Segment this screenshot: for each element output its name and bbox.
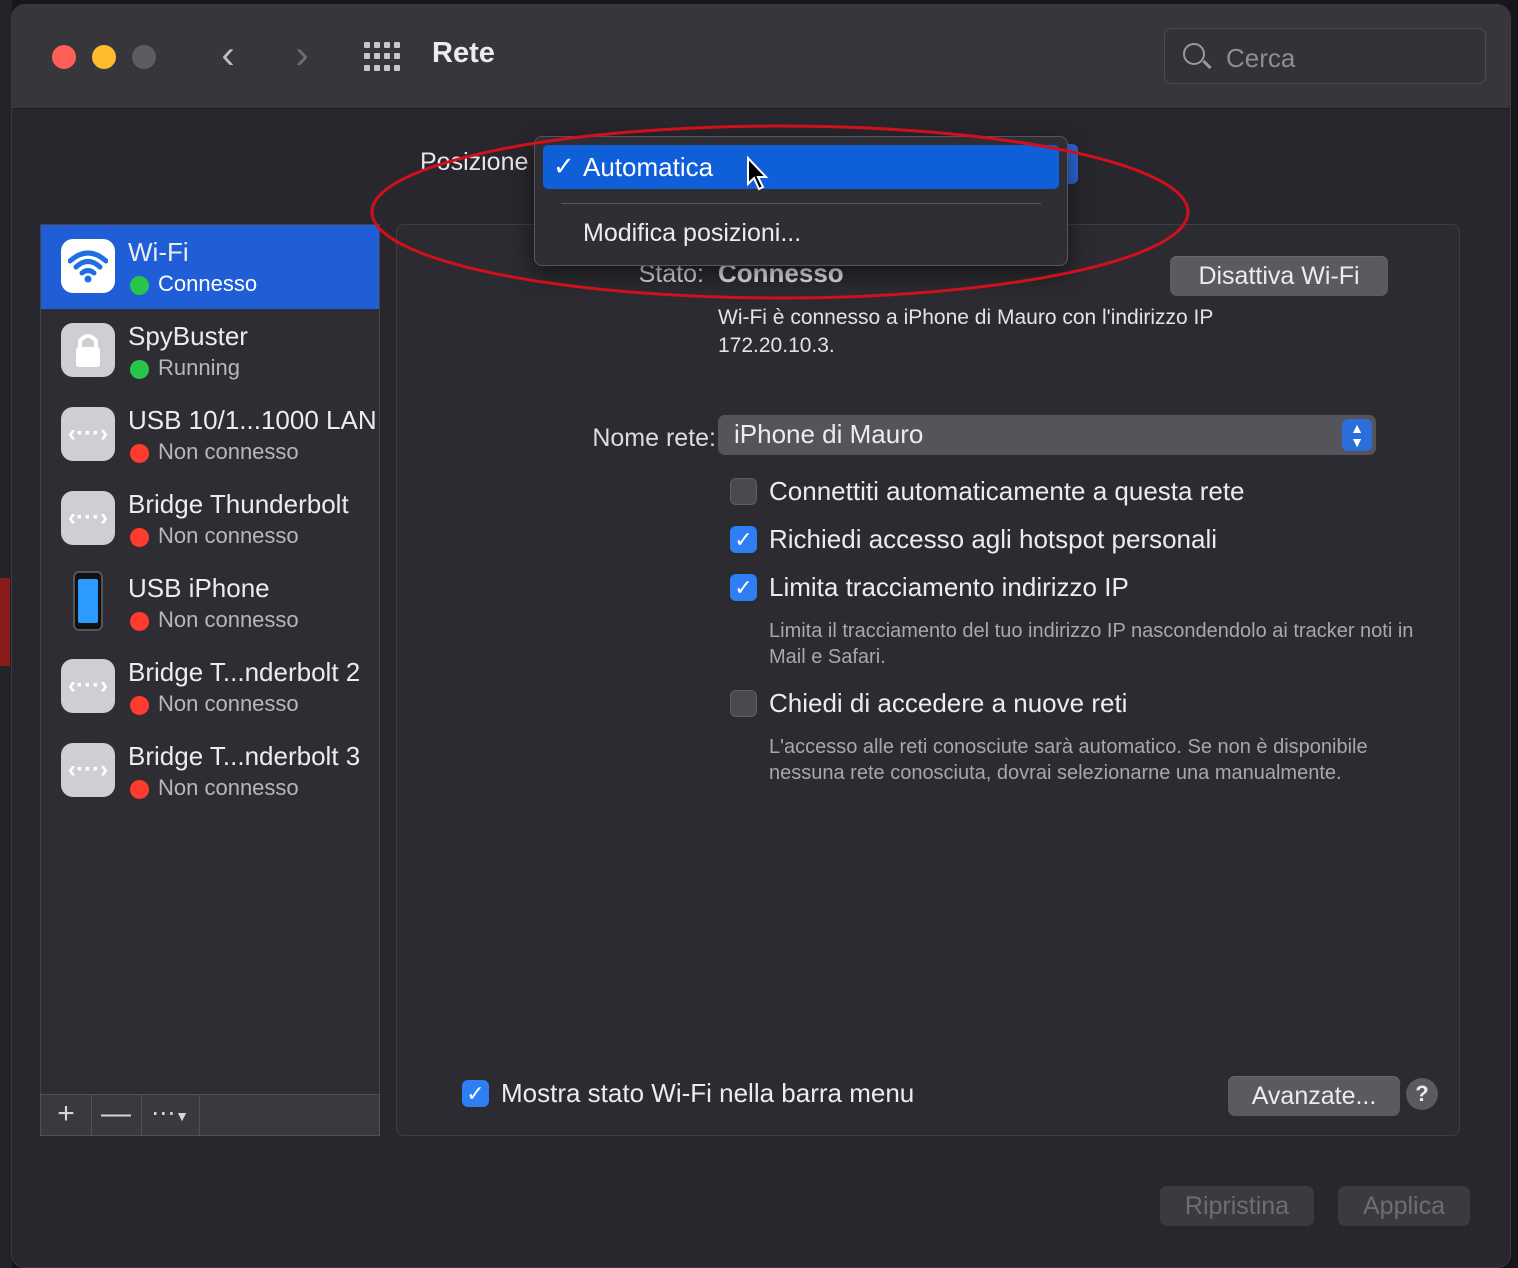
menu-item-modifica-posizioni[interactable]: Modifica posizioni... bbox=[583, 219, 801, 248]
service-item-wifi[interactable]: Wi-Fi Connesso bbox=[41, 225, 379, 309]
status-dot-green bbox=[130, 360, 149, 379]
apply-button[interactable]: Applica bbox=[1338, 1186, 1470, 1226]
mouse-pointer-icon bbox=[747, 156, 769, 191]
limit-ip-tracking-checkbox[interactable]: ✓ bbox=[730, 574, 757, 601]
advanced-button[interactable]: Avanzate... bbox=[1228, 1076, 1400, 1116]
close-window-button[interactable] bbox=[52, 45, 76, 69]
titlebar: ‹ › Rete Cerca bbox=[12, 5, 1510, 109]
show-all-grid-icon[interactable] bbox=[364, 42, 402, 72]
limit-ip-tracking-label: Limita tracciamento indirizzo IP bbox=[769, 572, 1129, 602]
status-dot-red bbox=[130, 696, 149, 715]
service-status: Non connesso bbox=[158, 439, 299, 464]
turn-off-wifi-button[interactable]: Disattiva Wi-Fi bbox=[1170, 256, 1388, 296]
menu-separator bbox=[561, 203, 1041, 204]
ethernet-icon: ‹···› bbox=[61, 491, 115, 545]
service-status: Non connesso bbox=[158, 607, 299, 632]
location-label: Posizione bbox=[420, 148, 529, 176]
help-button[interactable]: ? bbox=[1406, 1078, 1438, 1110]
status-dot-red bbox=[130, 612, 149, 631]
ip-tracking-hint: Limita il tracciamento del tuo indirizzo… bbox=[769, 620, 1414, 668]
service-actions-menu-button[interactable]: ⋯▼ bbox=[141, 1095, 200, 1135]
wifi-detail-panel bbox=[396, 224, 1460, 1136]
desktop-window-fragment bbox=[0, 578, 10, 666]
network-name-label: Nome rete: bbox=[592, 424, 716, 452]
service-name: USB iPhone bbox=[128, 573, 270, 603]
ask-join-networks-hint: L'accesso alle reti conosciute sarà auto… bbox=[769, 736, 1368, 784]
iphone-icon bbox=[73, 571, 103, 631]
service-name: Bridge Thunderbolt bbox=[128, 489, 349, 519]
network-name-value: iPhone di Mauro bbox=[734, 419, 924, 449]
search-icon bbox=[1183, 43, 1205, 65]
service-item-bridge-thunderbolt-3[interactable]: ‹···› Bridge T...nderbolt 3 Non connesso bbox=[41, 729, 379, 813]
location-popup-menu: ✓ Automatica Modifica posizioni... bbox=[534, 136, 1068, 266]
service-item-usb-iphone[interactable]: USB iPhone Non connesso bbox=[41, 561, 379, 645]
search-placeholder: Cerca bbox=[1226, 43, 1296, 73]
forward-button[interactable]: › bbox=[282, 35, 322, 79]
menu-item-automatica-label: Automatica bbox=[583, 152, 714, 182]
service-status: Non connesso bbox=[158, 691, 299, 716]
chevron-down-icon: ▼ bbox=[175, 1108, 189, 1124]
window-title: Rete bbox=[432, 37, 495, 69]
service-status: Non connesso bbox=[158, 775, 299, 800]
ethernet-icon: ‹···› bbox=[61, 407, 115, 461]
wifi-icon bbox=[61, 239, 115, 293]
show-wifi-status-label: Mostra stato Wi-Fi nella barra menu bbox=[501, 1078, 915, 1108]
service-item-usb-lan[interactable]: ‹···› USB 10/1...1000 LAN Non connesso bbox=[41, 393, 379, 477]
service-name: SpyBuster bbox=[128, 321, 248, 351]
ask-join-networks-checkbox[interactable] bbox=[730, 690, 757, 717]
service-status: Non connesso bbox=[158, 523, 299, 548]
status-dot-red bbox=[130, 528, 149, 547]
show-wifi-status-checkbox[interactable]: ✓ bbox=[462, 1080, 489, 1107]
minimize-window-button[interactable] bbox=[92, 45, 116, 69]
status-dot-red bbox=[130, 444, 149, 463]
service-name: USB 10/1...1000 LAN bbox=[128, 405, 377, 435]
lock-icon bbox=[61, 323, 115, 377]
service-name: Bridge T...nderbolt 3 bbox=[128, 741, 361, 771]
service-list: Wi-Fi Connesso SpyBuster Running ‹···› U… bbox=[40, 224, 380, 1096]
auto-join-checkbox[interactable] bbox=[730, 478, 757, 505]
hotspot-access-checkbox[interactable]: ✓ bbox=[730, 526, 757, 553]
network-name-select[interactable]: iPhone di Mauro ▲ ▼ bbox=[718, 415, 1376, 455]
service-name: Bridge T...nderbolt 2 bbox=[128, 657, 361, 687]
status-dot-green bbox=[130, 276, 149, 295]
ethernet-icon: ‹···› bbox=[61, 743, 115, 797]
connection-info-text: Wi-Fi è connesso a iPhone di Mauro con l… bbox=[718, 306, 1214, 357]
service-status: Running bbox=[158, 355, 240, 380]
service-item-bridge-thunderbolt-2[interactable]: ‹···› Bridge T...nderbolt 2 Non connesso bbox=[41, 645, 379, 729]
service-item-bridge-thunderbolt[interactable]: ‹···› Bridge Thunderbolt Non connesso bbox=[41, 477, 379, 561]
hotspot-access-label: Richiedi accesso agli hotspot personali bbox=[769, 524, 1218, 554]
stepper-arrows-icon: ▲ ▼ bbox=[1342, 419, 1372, 451]
service-list-toolbar: + — ⋯▼ bbox=[40, 1094, 380, 1136]
checkmark-icon: ✓ bbox=[553, 151, 575, 181]
auto-join-label: Connettiti automaticamente a questa rete bbox=[769, 476, 1245, 506]
more-icon: ⋯ bbox=[151, 1100, 176, 1127]
search-field[interactable]: Cerca bbox=[1164, 28, 1486, 84]
revert-button[interactable]: Ripristina bbox=[1160, 1186, 1314, 1226]
service-item-spybuster[interactable]: SpyBuster Running bbox=[41, 309, 379, 393]
remove-service-button[interactable]: — bbox=[91, 1095, 142, 1135]
zoom-window-button[interactable] bbox=[132, 45, 156, 69]
status-dot-red bbox=[130, 780, 149, 799]
back-button[interactable]: ‹ bbox=[208, 35, 248, 79]
add-service-button[interactable]: + bbox=[41, 1095, 92, 1135]
service-name: Wi-Fi bbox=[128, 237, 189, 267]
ask-join-networks-label: Chiedi di accedere a nuove reti bbox=[769, 688, 1128, 718]
service-status: Connesso bbox=[158, 271, 258, 296]
ethernet-icon: ‹···› bbox=[61, 659, 115, 713]
